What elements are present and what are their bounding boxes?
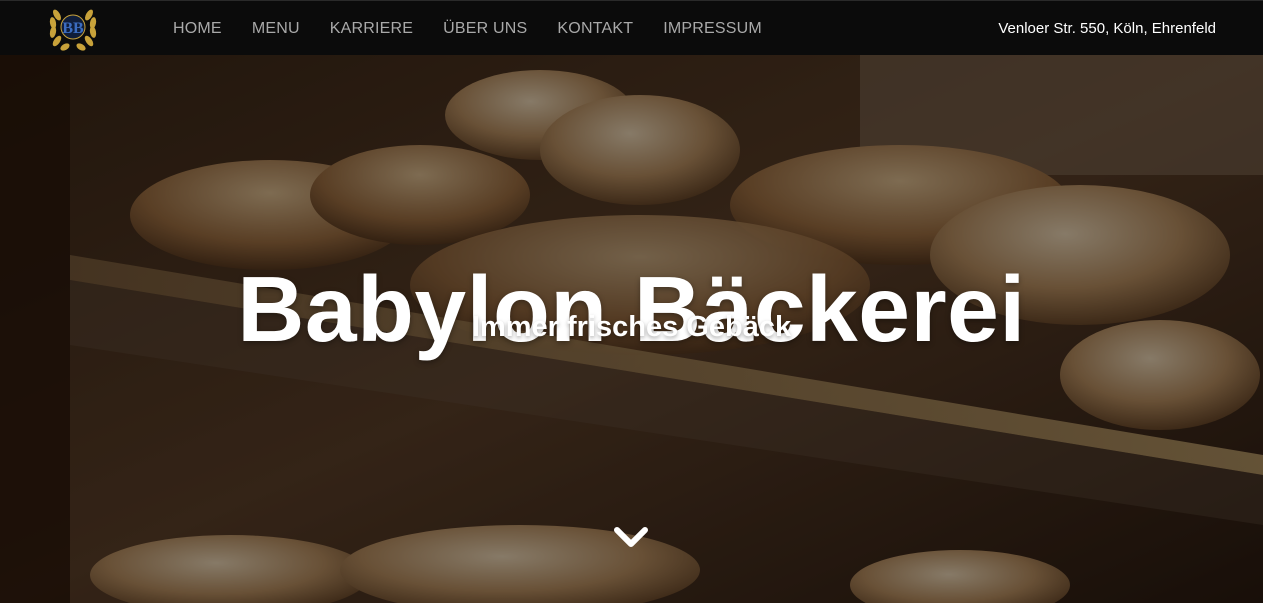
bb-laurel-logo-icon[interactable]: BB: [44, 5, 102, 53]
nav-link-impressum[interactable]: IMPRESSUM: [648, 1, 777, 56]
chevron-down-icon[interactable]: [609, 520, 653, 554]
nav-link-menu[interactable]: MENU: [237, 1, 315, 56]
top-navbar: BB HOME MENU KARRIERE ÜBER UNS KONTAKT I…: [0, 0, 1263, 55]
hero-subtitle: Immer frisches Gebäck: [471, 311, 792, 343]
nav-link-karriere[interactable]: KARRIERE: [315, 1, 428, 56]
nav-link-home[interactable]: HOME: [158, 1, 237, 56]
store-address: Venloer Str. 550, Köln, Ehrenfeld: [998, 20, 1216, 37]
svg-text:BB: BB: [62, 20, 84, 37]
nav-link-kontakt[interactable]: KONTAKT: [542, 1, 648, 56]
nav-link-ueber-uns[interactable]: ÜBER UNS: [428, 1, 542, 56]
hero-section: Babylon Bäckerei Immer frisches Gebäck: [0, 55, 1263, 603]
main-menu: HOME MENU KARRIERE ÜBER UNS KONTAKT IMPR…: [158, 1, 777, 56]
